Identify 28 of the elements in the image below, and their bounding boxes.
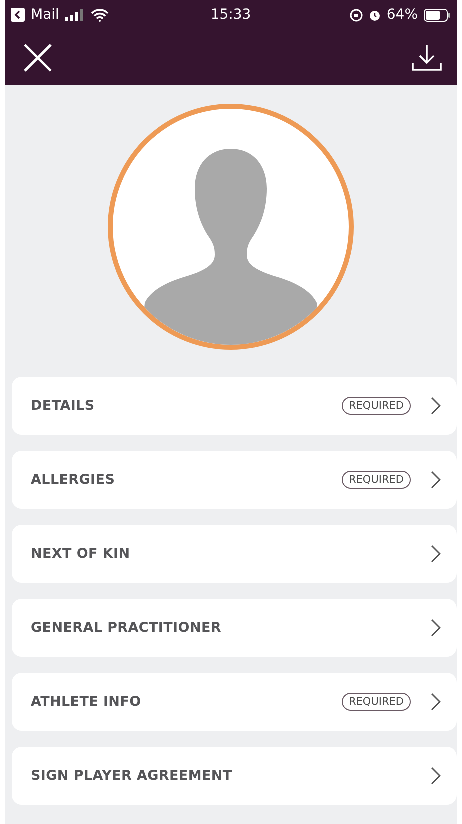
status-time: 15:33	[210, 7, 252, 23]
required-badge: REQUIRED	[342, 471, 411, 489]
section-row[interactable]: DETAILS REQUIRED	[12, 377, 457, 435]
chevron-icon	[431, 693, 441, 711]
close-icon	[23, 42, 53, 72]
back-app-label[interactable]: Mail	[31, 7, 60, 23]
download-icon	[411, 42, 443, 72]
required-badge: REQUIRED	[342, 397, 411, 415]
close-button[interactable]	[23, 42, 53, 72]
section-row[interactable]: SIGN PLAYER AGREEMENT	[12, 747, 457, 805]
back-icon[interactable]	[11, 8, 25, 22]
chevron-icon	[431, 471, 441, 489]
chevron-icon	[431, 619, 441, 637]
section-row[interactable]: GENERAL PRACTITIONER	[12, 599, 457, 657]
chevron-icon	[431, 767, 441, 785]
chevron-icon	[431, 397, 441, 415]
section-row[interactable]: NEXT OF KIN	[12, 525, 457, 583]
battery-icon	[424, 8, 452, 22]
section-row[interactable]: ALLERGIES REQUIRED	[12, 451, 457, 509]
wifi-icon	[91, 8, 110, 22]
section-row[interactable]: ATHLETE INFO REQUIRED	[12, 673, 457, 731]
alarm-icon	[368, 8, 381, 22]
download-button[interactable]	[411, 42, 443, 72]
chevron-icon	[431, 545, 441, 563]
signal-icon	[65, 9, 86, 21]
required-badge: REQUIRED	[342, 693, 411, 711]
battery-percent: 64%	[386, 7, 418, 23]
rotation-lock-icon	[350, 8, 363, 22]
